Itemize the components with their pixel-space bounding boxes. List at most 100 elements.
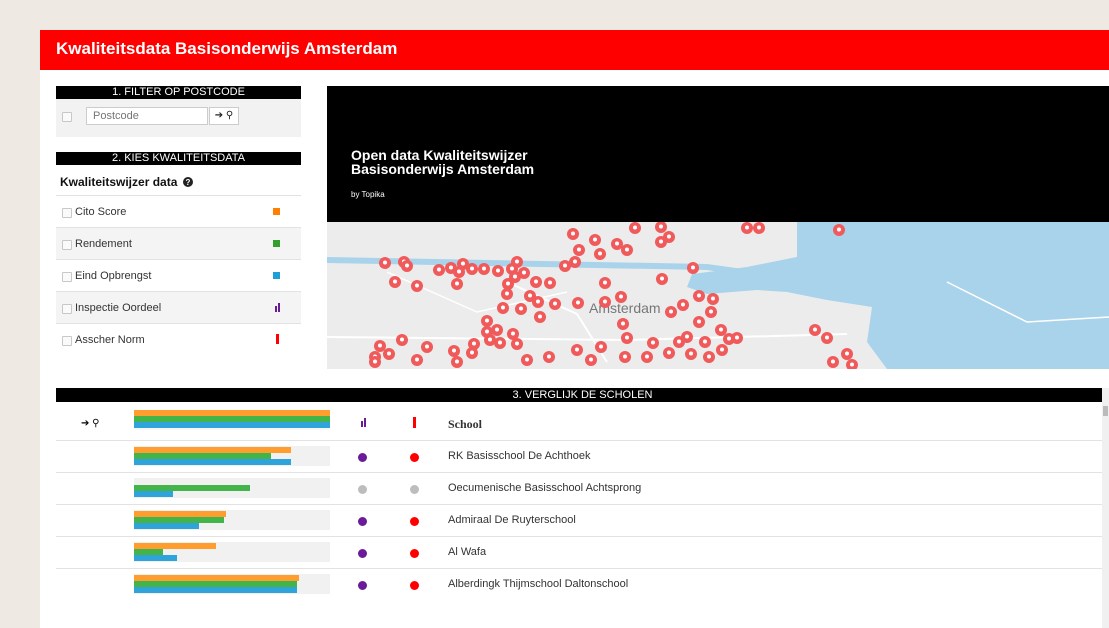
map-pin-center (515, 341, 519, 346)
map-pin-center (470, 266, 474, 271)
compare-locate-icon[interactable]: ➔ ⚲ (81, 418, 99, 429)
metric-label-inspectie: Inspectie Oordeel (75, 302, 162, 314)
hero-title: Open data Kwaliteitswijzer Basisonderwij… (351, 148, 651, 176)
page-title: Kwaliteitsdata Basisonderwijs Amsterdam (56, 39, 398, 58)
map-pin-center (707, 354, 711, 359)
map-pin-center (506, 281, 510, 286)
metric-checkbox-cito[interactable] (62, 208, 72, 218)
map-pin-center (697, 319, 701, 324)
map-pin-center (472, 341, 476, 346)
school-name[interactable]: Oecumenische Basisschool Achtsprong (448, 482, 641, 494)
map-pin-center (685, 334, 689, 339)
school-name[interactable]: Alberdingk Thijmschool Daltonschool (448, 578, 628, 590)
metric-row-asscher[interactable]: Asscher Norm (56, 323, 301, 356)
map-pin-center (745, 225, 749, 230)
map-pin-center (720, 347, 724, 352)
map-pin-center (625, 335, 629, 340)
map-pin-center (831, 359, 835, 364)
metric-label-cito: Cito Score (75, 206, 127, 218)
map-pin-center (498, 340, 502, 345)
asscher-dot (410, 549, 419, 558)
bar-eind-opbrengst (134, 523, 199, 529)
metric-row-cito[interactable]: Cito Score (56, 195, 301, 228)
map-pin-center (735, 335, 739, 340)
map-pin-center (573, 259, 577, 264)
school-name[interactable]: Al Wafa (448, 546, 486, 558)
table-row[interactable]: RK Basisschool De Achthoek (56, 440, 1102, 473)
scrollbar-thumb[interactable] (1103, 406, 1108, 416)
bar-pair-icon[interactable] (361, 418, 367, 427)
map-pin-center (577, 247, 581, 252)
map-pin-center (711, 296, 715, 301)
map-pin-center (813, 327, 817, 332)
map-pin-center (691, 265, 695, 270)
map-pin-center (757, 225, 761, 230)
app-page: Kwaliteitsdata Basisonderwijs Amsterdam … (40, 30, 1109, 628)
map-pin-center (457, 269, 461, 274)
map-pin-center (511, 331, 515, 336)
metric-row-inspectie[interactable]: Inspectie Oordeel (56, 291, 301, 324)
metric-checkbox-rendement[interactable] (62, 240, 72, 250)
compare-header-row: ➔ ⚲ School (56, 408, 1102, 440)
metric-row-eind-opbrengst[interactable]: Eind Opbrengst (56, 259, 301, 292)
score-bars (134, 574, 330, 594)
metric-checkbox-inspectie[interactable] (62, 304, 72, 314)
hero-title-line2: Basisonderwijs Amsterdam (351, 161, 535, 177)
map-pin-center (727, 336, 731, 341)
score-bars (134, 510, 330, 530)
metric-checkbox-eind-opbrengst[interactable] (62, 272, 72, 282)
app-header: Kwaliteitsdata Basisonderwijs Amsterdam (40, 30, 1109, 70)
map-pin-center (505, 291, 509, 296)
map-pin-center (522, 270, 526, 275)
map-pin-center (619, 294, 623, 299)
map-pin-center (383, 260, 387, 265)
table-row[interactable]: Alberdingk Thijmschool Daltonschool (56, 568, 1102, 601)
table-row[interactable]: Al Wafa (56, 536, 1102, 569)
square-icon (273, 208, 280, 215)
quality-section-title: 2. KIES KWALITEITSDATA (56, 152, 301, 165)
quality-data-title-text: Kwaliteitswijzer data (60, 175, 178, 189)
map-pin-center (575, 347, 579, 352)
inspectie-dot (358, 485, 367, 494)
map-pin-center (837, 227, 841, 232)
inspectie-dot (358, 453, 367, 462)
map-pin-center (633, 225, 637, 230)
map-canvas[interactable]: Amsterdam (327, 222, 1109, 369)
school-name[interactable]: Admiraal De Ruyterschool (448, 514, 576, 526)
map-pin-center (598, 251, 602, 256)
table-row[interactable]: Oecumenische Basisschool Achtsprong (56, 472, 1102, 505)
map-pin-center (495, 327, 499, 332)
map-pin-center (825, 335, 829, 340)
map-pin-center (437, 267, 441, 272)
postcode-locate-button[interactable]: ➔ ⚲ (209, 107, 239, 125)
metric-row-rendement[interactable]: Rendement (56, 227, 301, 260)
postcode-input[interactable] (86, 107, 208, 125)
map-pin-center (547, 354, 551, 359)
map-pin-center (703, 339, 707, 344)
score-bars (134, 542, 330, 562)
map-pin-center (528, 293, 532, 298)
vertical-bar-icon (276, 334, 279, 344)
postcode-filter-checkbox[interactable] (62, 112, 72, 122)
map-pin-center (387, 351, 391, 356)
school-name[interactable]: RK Basisschool De Achthoek (448, 450, 590, 462)
school-column-header[interactable]: School (448, 417, 482, 432)
table-row[interactable]: Admiraal De Ruyterschool (56, 504, 1102, 537)
vertical-bar-icon[interactable] (413, 417, 416, 428)
table-scrollbar[interactable] (1102, 388, 1109, 628)
header-bar-eind (134, 422, 330, 428)
map-pin-center (850, 362, 854, 367)
asscher-dot (410, 453, 419, 462)
map-pin-center (452, 348, 456, 353)
map[interactable]: Amsterdam (327, 222, 1109, 369)
metric-checkbox-asscher[interactable] (62, 336, 72, 346)
map-pin-center (553, 301, 557, 306)
map-pin-center (415, 283, 419, 288)
hero-byline: by Topika (351, 190, 385, 199)
map-pin-center (845, 351, 849, 356)
compare-header-bars[interactable] (134, 410, 330, 430)
question-circle-icon[interactable]: ? (182, 177, 193, 187)
map-pin-center (515, 259, 519, 264)
hero-banner: Open data Kwaliteitswijzer Basisonderwij… (327, 86, 1109, 222)
map-pin-center (603, 280, 607, 285)
